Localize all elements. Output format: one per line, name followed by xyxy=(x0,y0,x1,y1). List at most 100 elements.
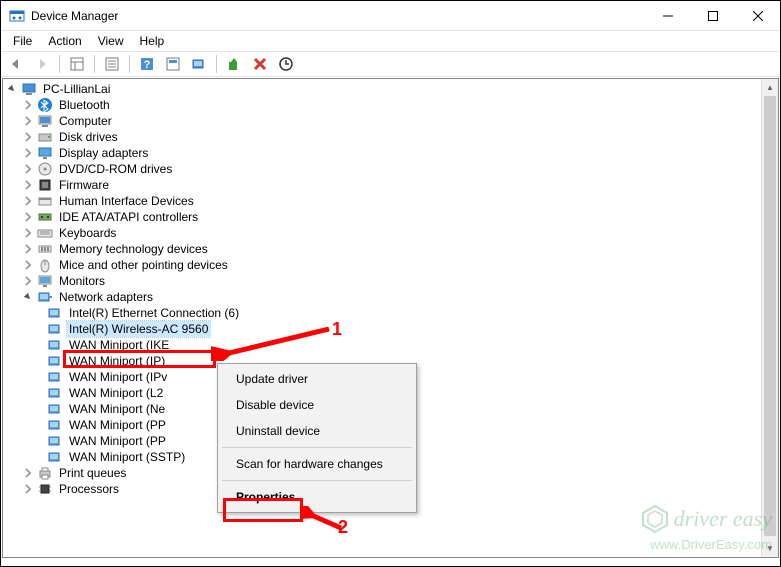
uninstall-button[interactable] xyxy=(248,53,272,75)
tree-item-label: Human Interface Devices xyxy=(57,193,196,209)
menu-help[interactable]: Help xyxy=(132,32,173,50)
chevron-down-icon[interactable] xyxy=(5,82,19,96)
chevron-right-icon[interactable] xyxy=(21,194,35,208)
ctx-uninstall-device[interactable]: Uninstall device xyxy=(220,418,414,444)
ctx-separator xyxy=(222,480,412,481)
chevron-right-icon[interactable] xyxy=(21,162,35,176)
bluetooth-icon xyxy=(37,97,53,113)
tree-item[interactable]: Memory technology devices xyxy=(3,241,761,257)
tree-item-label: Print queues xyxy=(57,465,128,481)
tree-item[interactable]: Keyboards xyxy=(3,225,761,241)
chevron-right-icon[interactable] xyxy=(21,274,35,288)
ctx-disable-device[interactable]: Disable device xyxy=(220,392,414,418)
disk-icon xyxy=(37,129,53,145)
svg-text:?: ? xyxy=(144,59,151,71)
minimize-button[interactable] xyxy=(645,1,690,31)
tree-root[interactable]: PC-LillianLai xyxy=(3,81,761,97)
menu-file[interactable]: File xyxy=(5,32,40,50)
chevron-right-icon[interactable] xyxy=(21,130,35,144)
chevron-right-icon[interactable] xyxy=(21,178,35,192)
chevron-right-icon[interactable] xyxy=(21,114,35,128)
monitor-icon xyxy=(37,273,53,289)
tree-child[interactable]: WAN Miniport (IKE xyxy=(3,337,761,353)
tree-item-label: Mice and other pointing devices xyxy=(57,257,230,273)
tree-item[interactable]: Firmware xyxy=(3,177,761,193)
menu-action[interactable]: Action xyxy=(40,32,89,50)
close-button[interactable] xyxy=(735,1,780,31)
toolbar-separator xyxy=(216,55,217,73)
network-adapter-icon xyxy=(47,417,63,433)
chevron-right-icon[interactable] xyxy=(21,242,35,256)
tree-child-label: WAN Miniport (Ne xyxy=(67,401,167,417)
tree-item[interactable]: Mice and other pointing devices xyxy=(3,257,761,273)
tree-child-label: Intel(R) Wireless-AC 9560 xyxy=(67,321,210,337)
toolbar: ? xyxy=(1,51,780,77)
network-adapter-icon xyxy=(47,369,63,385)
menu-view[interactable]: View xyxy=(90,32,132,50)
tree-item[interactable]: Bluetooth xyxy=(3,97,761,113)
annotation-label-1: 1 xyxy=(332,319,342,340)
tree-item[interactable]: DVD/CD-ROM drives xyxy=(3,161,761,177)
tree-child-label: Intel(R) Ethernet Connection (6) xyxy=(67,305,241,321)
scroll-up-icon[interactable]: ▲ xyxy=(762,79,778,96)
tree-item[interactable]: Disk drives xyxy=(3,129,761,145)
tree-item[interactable]: Computer xyxy=(3,113,761,129)
tree-child[interactable]: Intel(R) Ethernet Connection (6) xyxy=(3,305,761,321)
tree-item-label: Keyboards xyxy=(57,225,118,241)
chevron-right-icon[interactable] xyxy=(21,146,35,160)
scan-button[interactable] xyxy=(187,53,211,75)
scrollbar-vertical[interactable]: ▲ ▼ xyxy=(761,79,778,557)
tree-item[interactable]: Human Interface Devices xyxy=(3,193,761,209)
tree-item-network-adapters[interactable]: Network adapters xyxy=(3,289,761,305)
forward-button[interactable] xyxy=(30,53,54,75)
tree-item-label: Memory technology devices xyxy=(57,241,210,257)
hid-icon xyxy=(37,193,53,209)
network-icon xyxy=(37,289,53,305)
watermark-brand: driver easy xyxy=(674,506,772,531)
firmware-icon xyxy=(37,177,53,193)
tree-item[interactable]: Monitors xyxy=(3,273,761,289)
ctx-update-driver[interactable]: Update driver xyxy=(220,366,414,392)
scrollbar-thumb[interactable] xyxy=(764,96,776,536)
chevron-down-icon[interactable] xyxy=(21,290,35,304)
chevron-right-icon[interactable] xyxy=(21,226,35,240)
network-adapter-icon xyxy=(47,321,63,337)
maximize-button[interactable] xyxy=(690,1,735,31)
tree-item-label: Computer xyxy=(57,113,114,129)
tree-item-label: Display adapters xyxy=(57,145,150,161)
help-button[interactable]: ? xyxy=(135,53,159,75)
properties-button[interactable] xyxy=(100,53,124,75)
tree-item[interactable]: Display adapters xyxy=(3,145,761,161)
chevron-right-icon[interactable] xyxy=(21,466,35,480)
ctx-properties[interactable]: Properties xyxy=(220,484,414,510)
toolbar-separator xyxy=(94,55,95,73)
computer-icon xyxy=(21,81,37,97)
hex-logo-icon xyxy=(640,504,670,538)
network-adapter-icon xyxy=(47,305,63,321)
app-icon xyxy=(9,8,25,24)
ctx-separator xyxy=(222,447,412,448)
chevron-right-icon[interactable] xyxy=(21,210,35,224)
back-button[interactable] xyxy=(4,53,28,75)
action-button[interactable] xyxy=(161,53,185,75)
context-menu: Update driver Disable device Uninstall d… xyxy=(217,363,417,513)
tree-item-label: Disk drives xyxy=(57,129,120,145)
tree-item-label: Bluetooth xyxy=(57,97,112,113)
tree-child-label: WAN Miniport (SSTP) xyxy=(67,449,187,465)
mouse-icon xyxy=(37,257,53,273)
display-icon xyxy=(37,145,53,161)
annotation-label-2: 2 xyxy=(338,517,348,538)
chevron-right-icon[interactable] xyxy=(21,98,35,112)
printer-icon xyxy=(37,465,53,481)
tree-item-label: Monitors xyxy=(57,273,107,289)
chevron-right-icon[interactable] xyxy=(21,258,35,272)
chevron-right-icon[interactable] xyxy=(21,482,35,496)
tree-child-selected[interactable]: Intel(R) Wireless-AC 9560 xyxy=(3,321,761,337)
update-button[interactable] xyxy=(274,53,298,75)
tree-child-label: WAN Miniport (IKE xyxy=(67,337,171,353)
enable-button[interactable] xyxy=(222,53,246,75)
tree-child-label: WAN Miniport (IPv xyxy=(67,369,169,385)
ctx-scan-hardware[interactable]: Scan for hardware changes xyxy=(220,451,414,477)
tree-item[interactable]: IDE ATA/ATAPI controllers xyxy=(3,209,761,225)
show-hide-tree-button[interactable] xyxy=(65,53,89,75)
